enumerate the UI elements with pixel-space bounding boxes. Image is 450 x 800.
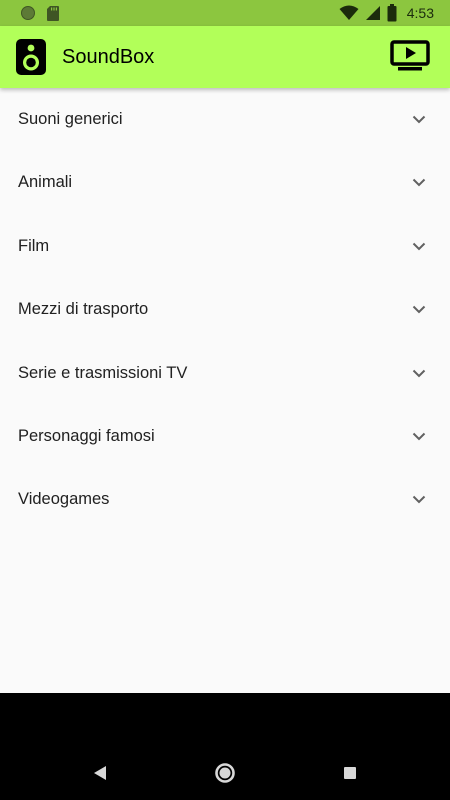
sd-card-icon [47,6,59,21]
chevron-down-icon[interactable] [412,175,426,189]
category-label: Personaggi famosi [18,426,155,445]
chevron-down-icon[interactable] [412,112,426,126]
wifi-icon [339,5,359,20]
chevron-down-icon[interactable] [412,239,426,253]
category-item-personaggi-famosi[interactable]: Personaggi famosi [0,405,450,468]
category-label: Videogames [18,490,110,509]
system-nav-bar [0,693,450,800]
chevron-down-icon[interactable] [412,429,426,443]
category-list: Suoni generici Animali Film Mezzi di tra… [0,88,450,693]
category-item-suoni-generici[interactable]: Suoni generici [0,88,450,151]
app-bar: SoundBox [0,26,450,88]
battery-icon [387,4,397,22]
chevron-down-icon[interactable] [412,492,426,506]
home-circle-icon[interactable] [211,759,239,787]
category-label: Suoni generici [18,110,123,128]
signal-icon [365,6,380,20]
status-notifications [20,5,60,21]
back-triangle-icon[interactable] [86,759,114,787]
notification-dot-icon [21,6,35,20]
category-item-animali[interactable]: Animali [0,151,450,214]
status-system-icons: 4:53 [339,4,434,22]
app-title: SoundBox [62,46,155,68]
chevron-down-icon[interactable] [412,302,426,316]
recents-square-icon[interactable] [336,759,364,787]
category-item-film[interactable]: Film [0,215,450,278]
category-label: Animali [18,173,73,192]
status-time: 4:53 [406,5,434,21]
category-label: Film [18,236,50,255]
status-bar: 4:53 [0,0,450,26]
category-label: Serie e trasmissioni TV [18,363,188,382]
chevron-down-icon[interactable] [412,366,426,380]
category-item-mezzi-di-trasporto[interactable]: Mezzi di trasporto [0,278,450,341]
category-item-videogames[interactable]: Videogames [0,468,450,531]
category-item-serie-tv[interactable]: Serie e trasmissioni TV [0,342,450,405]
speaker-icon [16,39,46,75]
category-label: Mezzi di trasporto [18,300,149,319]
cast-play-icon[interactable] [390,40,430,72]
